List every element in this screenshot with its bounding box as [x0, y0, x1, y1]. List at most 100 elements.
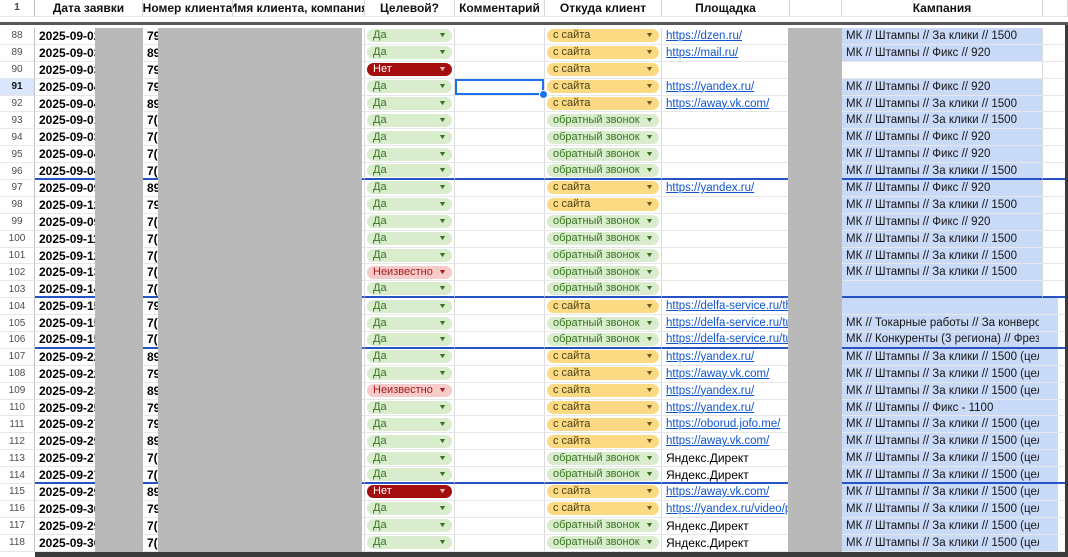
row-number-cell[interactable]: 118 [0, 535, 35, 552]
dropdown-chip[interactable]: Да▼ [367, 131, 452, 144]
platform-cell[interactable]: Яндекс.Директ [662, 518, 790, 535]
row-number-cell[interactable]: 88 [0, 28, 35, 45]
row-number-cell[interactable]: 113 [0, 450, 35, 467]
row-number-cell[interactable]: 102 [0, 264, 35, 281]
platform-cell[interactable] [662, 264, 790, 281]
comment-cell[interactable] [455, 484, 545, 501]
platform-cell[interactable]: https://away.vk.com/ [662, 366, 790, 383]
comment-cell[interactable] [455, 518, 545, 535]
dropdown-chip[interactable]: с сайта▼ [547, 97, 659, 110]
dropdown-chip[interactable]: Да▼ [367, 435, 452, 448]
campaign-cell[interactable]: МК // Штампы // За клики // 1500 (целевы… [842, 484, 1043, 501]
comment-cell[interactable] [455, 96, 545, 113]
source-dropdown-cell[interactable]: обратный звонок▼ [545, 146, 662, 163]
campaign-cell[interactable] [842, 62, 1043, 79]
dropdown-chip[interactable]: с сайта▼ [547, 435, 659, 448]
target-dropdown-cell[interactable]: Да▼ [365, 416, 455, 433]
source-dropdown-cell[interactable]: с сайта▼ [545, 96, 662, 113]
row-number-cell[interactable]: 95 [0, 146, 35, 163]
campaign-cell[interactable]: МК // Штампы // За клики // 1500 (целевы… [842, 518, 1043, 535]
source-dropdown-cell[interactable]: обратный звонок▼ [545, 450, 662, 467]
dropdown-chip[interactable]: Да▼ [367, 333, 452, 346]
platform-cell[interactable]: Яндекс.Директ [662, 535, 790, 552]
dropdown-chip[interactable]: с сайта▼ [547, 367, 659, 380]
target-dropdown-cell[interactable]: Да▼ [365, 366, 455, 383]
target-dropdown-cell[interactable]: Да▼ [365, 96, 455, 113]
campaign-cell[interactable]: МК // Штампы // За клики // 1500 (целевы… [842, 433, 1043, 450]
dropdown-chip[interactable]: обратный звонок▼ [547, 282, 659, 295]
row-number-cell[interactable]: 104 [0, 298, 35, 315]
campaign-cell[interactable] [842, 298, 1043, 315]
source-dropdown-cell[interactable]: обратный звонок▼ [545, 467, 662, 484]
platform-cell[interactable]: https://yandex.ru/ [662, 383, 790, 400]
campaign-cell[interactable]: МК // Штампы // Фикс // 920 [842, 45, 1043, 62]
source-dropdown-cell[interactable]: обратный звонок▼ [545, 214, 662, 231]
campaign-cell[interactable]: МК // Штампы // За клики // 1500 [842, 112, 1043, 129]
target-dropdown-cell[interactable]: Да▼ [365, 332, 455, 349]
row-number-cell[interactable]: 91 [0, 79, 35, 96]
source-dropdown-cell[interactable]: с сайта▼ [545, 298, 662, 315]
platform-cell[interactable] [662, 281, 790, 298]
source-dropdown-cell[interactable]: обратный звонок▼ [545, 163, 662, 180]
comment-cell[interactable] [455, 112, 545, 129]
dropdown-chip[interactable]: Да▼ [367, 367, 452, 380]
platform-cell[interactable]: https://delfa-service.ru/tha [662, 298, 790, 315]
header-source[interactable]: Откуда клиент [545, 0, 662, 17]
row-number-cell[interactable]: 92 [0, 96, 35, 113]
comment-cell[interactable] [455, 180, 545, 197]
target-dropdown-cell[interactable]: Да▼ [365, 433, 455, 450]
header-date[interactable]: Дата заявки [35, 0, 143, 17]
row-number-cell[interactable]: 103 [0, 281, 35, 298]
dropdown-chip[interactable]: с сайта▼ [547, 300, 659, 313]
campaign-cell[interactable]: МК // Штампы // За клики // 1500 [842, 163, 1043, 180]
row-number-cell[interactable]: 109 [0, 383, 35, 400]
row-number-cell[interactable]: 111 [0, 416, 35, 433]
campaign-cell[interactable]: МК // Штампы // За клики // 1500 (целевы… [842, 535, 1043, 552]
campaign-cell[interactable]: МК // Штампы // За клики // 1500 [842, 264, 1043, 281]
source-dropdown-cell[interactable]: с сайта▼ [545, 28, 662, 45]
target-dropdown-cell[interactable]: Да▼ [365, 129, 455, 146]
platform-link[interactable]: https://away.vk.com/ [666, 368, 769, 380]
campaign-cell[interactable]: МК // Штампы // Фикс // 920 [842, 129, 1043, 146]
platform-link[interactable]: https://delfa-service.ru/tur [666, 317, 790, 329]
campaign-cell[interactable]: МК // Штампы // Фикс - 1100 [842, 400, 1043, 417]
dropdown-chip[interactable]: с сайта▼ [547, 418, 659, 431]
dropdown-chip[interactable]: Да▼ [367, 519, 452, 532]
campaign-cell[interactable]: МК // Конкуренты (3 региона) // Фрез и т… [842, 332, 1043, 349]
row-number-cell[interactable]: 115 [0, 484, 35, 501]
campaign-cell[interactable]: МК // Штампы // За клики // 1500 [842, 231, 1043, 248]
campaign-cell[interactable]: МК // Штампы // За клики // 1500 [842, 197, 1043, 214]
target-dropdown-cell[interactable]: Да▼ [365, 163, 455, 180]
platform-cell[interactable]: https://mail.ru/ [662, 45, 790, 62]
dropdown-chip[interactable]: Да▼ [367, 502, 452, 515]
platform-cell[interactable] [662, 197, 790, 214]
dropdown-chip[interactable]: Да▼ [367, 215, 452, 228]
source-dropdown-cell[interactable]: обратный звонок▼ [545, 231, 662, 248]
dropdown-chip[interactable]: обратный звонок▼ [547, 131, 659, 144]
comment-cell[interactable] [455, 298, 545, 315]
comment-cell[interactable] [455, 433, 545, 450]
platform-cell[interactable]: https://oborud.jofo.me/ [662, 416, 790, 433]
target-dropdown-cell[interactable]: Да▼ [365, 112, 455, 129]
source-dropdown-cell[interactable]: с сайта▼ [545, 383, 662, 400]
campaign-cell[interactable]: МК // Штампы // За клики // 1500 (целевы… [842, 416, 1043, 433]
platform-link[interactable]: https://away.vk.com/ [666, 435, 769, 447]
comment-cell[interactable] [455, 535, 545, 552]
campaign-cell[interactable]: МК // Штампы // Фикс // 920 [842, 214, 1043, 231]
platform-cell[interactable]: https://away.vk.com/ [662, 433, 790, 450]
platform-link[interactable]: https://away.vk.com/ [666, 486, 769, 498]
target-dropdown-cell[interactable]: Да▼ [365, 298, 455, 315]
dropdown-chip[interactable]: Да▼ [367, 418, 452, 431]
comment-cell[interactable] [455, 45, 545, 62]
platform-link[interactable]: https://yandex.ru/ [666, 81, 754, 93]
dropdown-chip[interactable]: обратный звонок▼ [547, 249, 659, 262]
source-dropdown-cell[interactable]: обратный звонок▼ [545, 332, 662, 349]
target-dropdown-cell[interactable]: Да▼ [365, 248, 455, 265]
row-number-cell[interactable]: 89 [0, 45, 35, 62]
dropdown-chip[interactable]: с сайта▼ [547, 198, 659, 211]
campaign-cell[interactable]: МК // Штампы // Фикс // 920 [842, 146, 1043, 163]
platform-link[interactable]: https://oborud.jofo.me/ [666, 418, 780, 430]
platform-link[interactable]: https://mail.ru/ [666, 47, 738, 59]
source-dropdown-cell[interactable]: с сайта▼ [545, 197, 662, 214]
platform-cell[interactable]: https://yandex.ru/ [662, 79, 790, 96]
